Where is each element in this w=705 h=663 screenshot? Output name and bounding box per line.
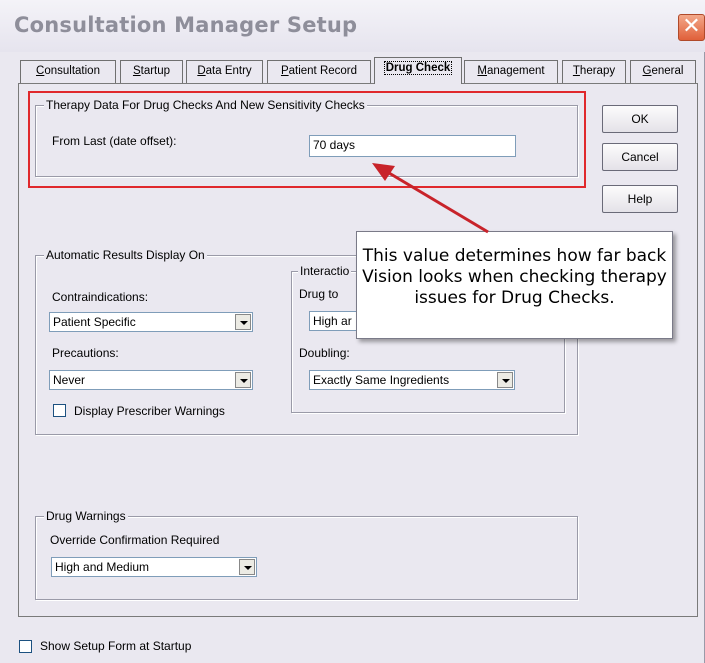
from-last-label: From Last (date offset): xyxy=(52,134,177,148)
show-setup-label: Show Setup Form at Startup xyxy=(40,639,192,653)
drug-to-label: Drug to xyxy=(299,287,339,301)
tab-patient-record-label: atient Record xyxy=(288,65,358,77)
cancel-button[interactable]: Cancel xyxy=(602,143,678,171)
tab-patient-record-mnemonic: P xyxy=(280,65,289,77)
prescriber-warnings-label: Display Prescriber Warnings xyxy=(74,404,225,418)
precautions-select[interactable]: Never xyxy=(49,370,253,390)
precautions-value: Never xyxy=(53,373,86,387)
contraindications-label: Contraindications: xyxy=(52,290,149,304)
from-last-input[interactable]: 70 days xyxy=(309,135,516,157)
override-select[interactable]: High and Medium xyxy=(51,557,257,577)
help-button[interactable]: Help xyxy=(602,185,678,213)
tab-management-label: anagement xyxy=(487,65,545,77)
callout-line-1: This value determines how far back xyxy=(362,246,667,266)
drug-warnings-legend: Drug Warnings xyxy=(44,509,128,523)
tab-drug-check[interactable]: Drug Check xyxy=(374,57,462,84)
tab-startup[interactable]: Startup xyxy=(120,60,183,83)
drug-to-value: High ar xyxy=(313,314,352,328)
chevron-down-icon[interactable] xyxy=(235,314,251,330)
tab-drug-check-label: Drug Check xyxy=(383,61,453,75)
tab-therapy[interactable]: Therapy xyxy=(562,60,626,83)
override-label: Override Confirmation Required xyxy=(50,533,220,547)
contraindications-value: Patient Specific xyxy=(53,315,136,329)
therapy-data-legend: Therapy Data For Drug Checks And New Sen… xyxy=(44,98,367,112)
tab-general[interactable]: General xyxy=(630,60,696,83)
tab-management-mnemonic: M xyxy=(477,65,488,77)
override-value: High and Medium xyxy=(55,560,150,574)
tab-data-entry[interactable]: Data Entry xyxy=(186,60,263,83)
chevron-down-icon[interactable] xyxy=(497,372,513,388)
precautions-label: Precautions: xyxy=(52,346,119,360)
callout-line-2: Vision looks when checking therapy xyxy=(362,267,667,287)
doubling-label: Doubling: xyxy=(299,346,350,360)
tab-consultation[interactable]: Consultation xyxy=(20,60,116,83)
interaction-legend: Interactio xyxy=(298,264,352,278)
callout-line-3: issues for Drug Checks. xyxy=(414,288,615,308)
tab-patient-record[interactable]: Patient Record xyxy=(267,60,371,83)
tab-consultation-label: onsultation xyxy=(44,65,100,77)
tab-therapy-mnemonic: T xyxy=(572,65,580,77)
close-icon: ✕ xyxy=(682,14,701,39)
show-setup-checkbox[interactable] xyxy=(19,640,32,653)
contraindications-select[interactable]: Patient Specific xyxy=(49,312,253,332)
automatic-results-legend: Automatic Results Display On xyxy=(44,248,207,262)
tab-data-entry-mnemonic: D xyxy=(197,65,206,77)
chevron-down-icon[interactable] xyxy=(239,559,255,575)
close-button[interactable]: ✕ xyxy=(678,14,705,41)
tab-startup-label: tartup xyxy=(140,65,171,77)
callout-tooltip: This value determines how far back Visio… xyxy=(356,231,673,339)
tab-startup-mnemonic: S xyxy=(132,65,141,77)
tab-therapy-label: herapy xyxy=(579,65,616,77)
window-title: Consultation Manager Setup xyxy=(14,13,358,37)
title-bar[interactable]: Consultation Manager Setup ✕ xyxy=(0,0,705,52)
tab-general-label: eneral xyxy=(651,65,684,77)
tab-management[interactable]: Management xyxy=(464,60,558,83)
chevron-down-icon[interactable] xyxy=(235,372,251,388)
ok-button[interactable]: OK xyxy=(602,105,678,133)
doubling-select[interactable]: Exactly Same Ingredients xyxy=(309,370,515,390)
doubling-value: Exactly Same Ingredients xyxy=(313,373,450,387)
tab-data-entry-label: ata Entry xyxy=(205,65,252,77)
prescriber-warnings-checkbox[interactable] xyxy=(53,404,66,417)
